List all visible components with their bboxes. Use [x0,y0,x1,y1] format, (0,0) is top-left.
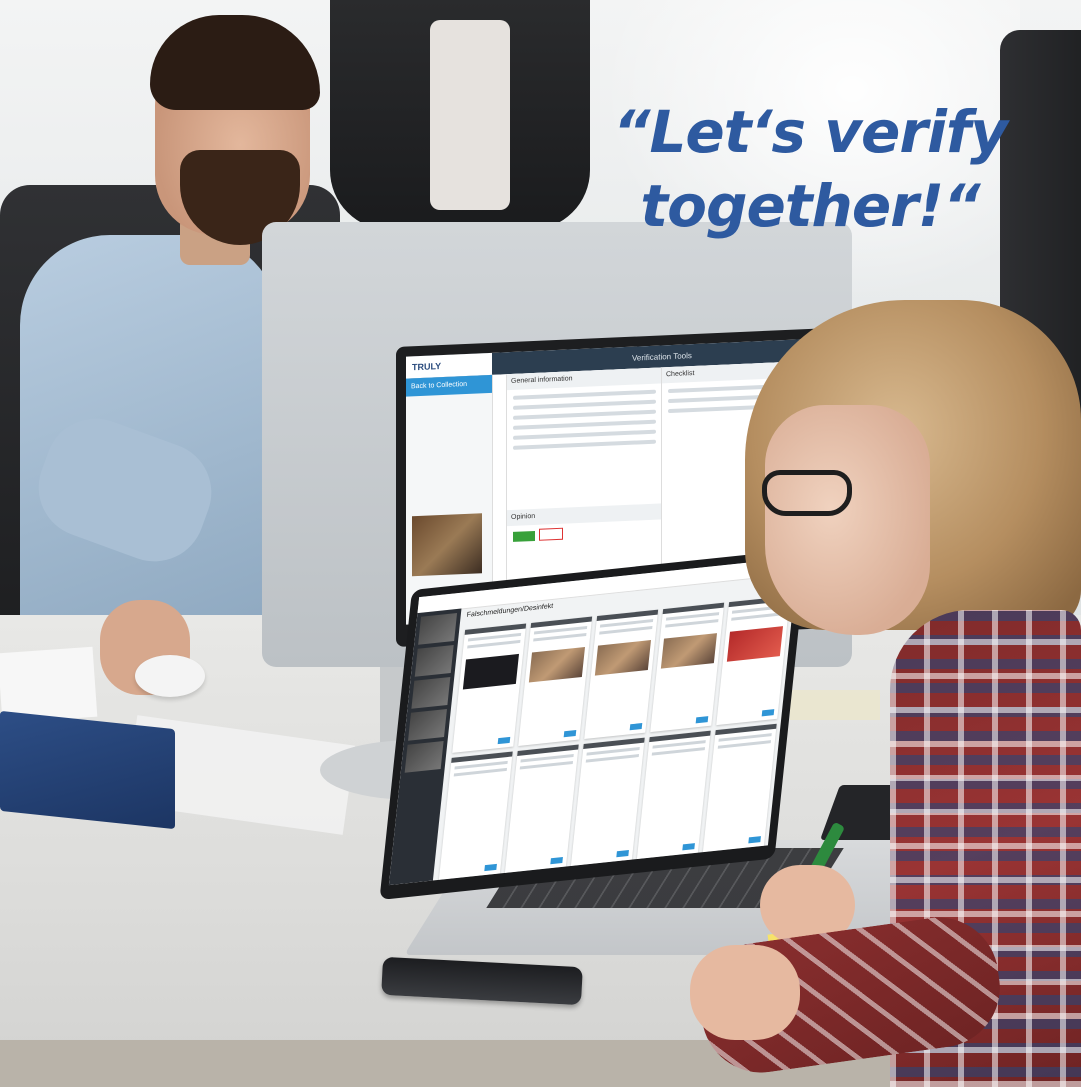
sidebar-thumbnail[interactable] [404,740,444,773]
glasses [762,470,852,516]
content-card[interactable] [504,744,579,873]
content-card[interactable] [518,616,593,746]
headline-quote: “Let‘s verify together!“ [610,95,1010,243]
headline-line-1: “Let‘s verify [613,98,1008,166]
sidebar-thumbnail[interactable] [414,644,454,677]
woman-face [765,405,930,635]
desk-note [790,690,880,720]
opinion-no-button[interactable] [539,527,563,541]
text-line [513,439,656,450]
content-card[interactable] [636,730,711,860]
laptop-screen: Falschmeldungen/Desinfekt [388,557,799,886]
content-card[interactable] [452,623,527,753]
content-card[interactable] [438,750,513,880]
monitor-opinion-heading: Opinion [507,503,662,527]
sidebar-thumbnail[interactable] [411,676,451,709]
text-line [513,399,656,410]
content-card[interactable] [650,602,725,732]
sidebar-thumbnail[interactable] [418,612,458,645]
photo-scene: TRULY Verification Tools Back to Collect… [0,0,1081,1087]
laptop: Falschmeldungen/Desinfekt [379,548,807,900]
text-line [513,429,656,440]
monitor-photo [412,513,482,577]
computer-mouse [135,655,205,697]
woman-hand [690,945,800,1040]
sidebar-thumbnail[interactable] [408,708,447,741]
text-line [513,389,656,400]
monitor-title: Verification Tools [632,350,692,363]
back-to-collection-button[interactable]: Back to Collection [406,374,492,397]
background-person-shirt [430,20,510,210]
content-card[interactable] [702,723,777,853]
opinion-yes-button[interactable] [513,530,535,542]
content-card[interactable] [570,737,645,867]
content-card[interactable] [584,609,659,739]
blue-folder [0,710,175,830]
text-line [513,409,656,420]
laptop-card-grid [438,595,791,880]
text-line [513,419,656,430]
headline-line-2: together!“ [640,172,980,240]
